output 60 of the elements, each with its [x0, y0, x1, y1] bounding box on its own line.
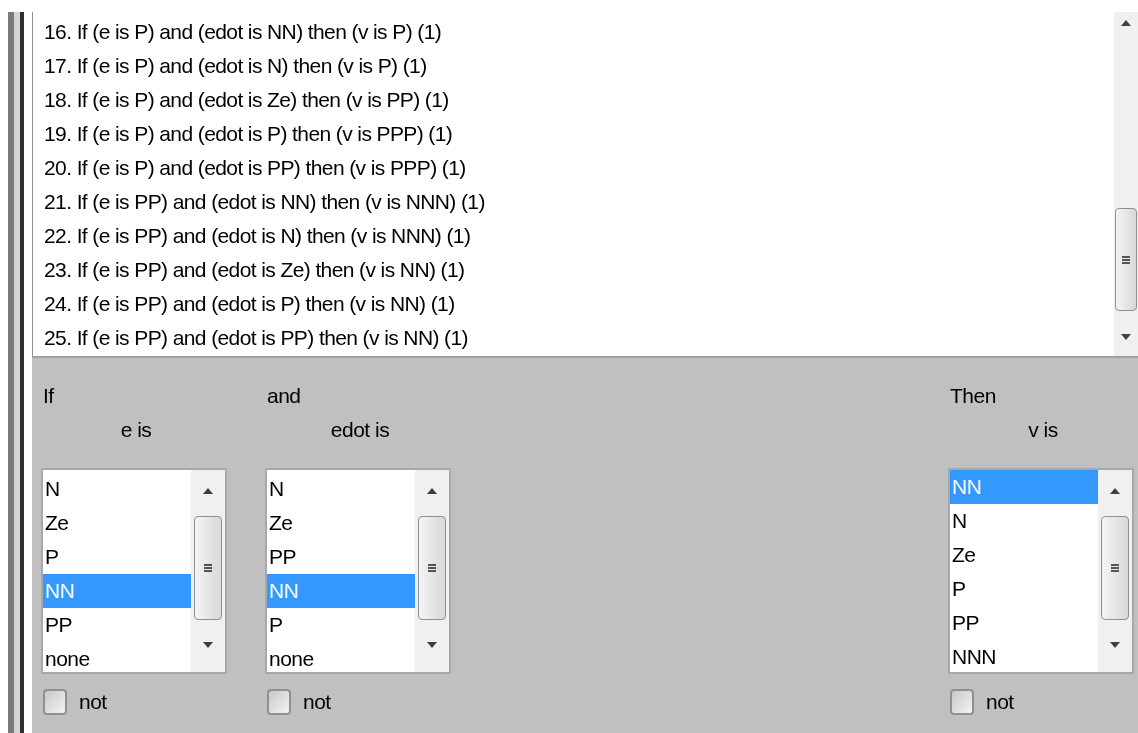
checkbox-label: not [303, 689, 331, 715]
list-item[interactable]: N [43, 472, 191, 506]
checkbox[interactable] [267, 688, 291, 715]
list-item[interactable]: PP [43, 608, 191, 642]
scroll-down-icon[interactable] [1110, 642, 1120, 648]
scroll-thumb[interactable] [418, 516, 446, 620]
list-item[interactable]: Ze [267, 506, 415, 540]
rule-item[interactable]: 24. If (e is PP) and (edot is P) then (v is NN) (1) [44, 287, 1114, 321]
rule-item[interactable]: 20. If (e is P) and (edot is PP) then (v is PPP) (1) [44, 151, 1114, 185]
rule-item[interactable]: 18. If (e is P) and (edot is Ze) then (v is PP) (1) [44, 83, 1114, 117]
variable-label: e is [119, 417, 153, 443]
checkbox[interactable] [950, 688, 974, 715]
scrollbar[interactable] [1114, 12, 1138, 356]
rule-item[interactable]: 21. If (e is PP) and (edot is NN) then (v is NNN) (1) [44, 185, 1114, 219]
scroll-up-icon[interactable] [1110, 488, 1120, 494]
scroll-down-icon[interactable] [427, 642, 437, 648]
list-item[interactable]: PP [950, 606, 1098, 640]
scroll-up-icon[interactable] [1121, 20, 1131, 26]
variable-label: v is [1027, 417, 1059, 443]
checkbox[interactable] [43, 688, 67, 715]
scroll-thumb[interactable] [194, 516, 222, 620]
rule-item[interactable]: 25. If (e is PP) and (edot is PP) then (v is NN) (1) [44, 321, 1114, 355]
list-item[interactable]: P [43, 540, 191, 574]
scroll-up-icon[interactable] [427, 488, 437, 494]
variable-label: edot is [329, 417, 391, 443]
list-item[interactable]: Ze [43, 506, 191, 540]
list-item[interactable]: N [950, 504, 1098, 538]
connector-label: Then [949, 383, 997, 409]
listbox[interactable]: N Ze PP NN P none [265, 468, 451, 674]
list-item[interactable]: none [267, 642, 415, 672]
scrollbar[interactable] [1098, 470, 1132, 672]
grip-icon [428, 564, 436, 572]
grip-icon [1122, 255, 1130, 264]
grip-icon [1111, 564, 1119, 572]
scroll-thumb[interactable] [1115, 208, 1137, 311]
rule-item[interactable]: 22. If (e is PP) and (edot is N) then (v is NNN) (1) [44, 219, 1114, 253]
scrollbar[interactable] [191, 470, 225, 672]
list-item[interactable]: N [267, 472, 415, 506]
rule-item[interactable]: 19. If (e is P) and (edot is P) then (v is PPP) (1) [44, 117, 1114, 151]
listbox[interactable]: NN N Ze P PP NNN [948, 468, 1134, 674]
connector-label: If [42, 383, 55, 409]
list-item[interactable]: PP [267, 540, 415, 574]
scroll-down-icon[interactable] [203, 642, 213, 648]
scrollbar[interactable] [415, 470, 449, 672]
list-item[interactable]: P [267, 608, 415, 642]
list-item[interactable]: none [43, 642, 191, 672]
scroll-up-icon[interactable] [203, 488, 213, 494]
rule-item[interactable]: 16. If (e is P) and (edot is NN) then (v is P) (1) [44, 15, 1114, 49]
connector-label: and [266, 383, 302, 409]
listbox[interactable]: N Ze P NN PP none [41, 468, 227, 674]
checkbox-label: not [79, 689, 107, 715]
list-item[interactable]: NNN [950, 640, 1098, 672]
rule-item[interactable]: 23. If (e is PP) and (edot is Ze) then (v is NN) (1) [44, 253, 1114, 287]
rule-item[interactable]: 17. If (e is P) and (edot is N) then (v is P) (1) [44, 49, 1114, 83]
checkbox-label: not [986, 689, 1014, 715]
grip-icon [204, 564, 212, 572]
list-item[interactable]: Ze [950, 538, 1098, 572]
scroll-down-icon[interactable] [1121, 334, 1131, 340]
scroll-thumb[interactable] [1101, 516, 1129, 620]
list-item[interactable]: P [950, 572, 1098, 606]
